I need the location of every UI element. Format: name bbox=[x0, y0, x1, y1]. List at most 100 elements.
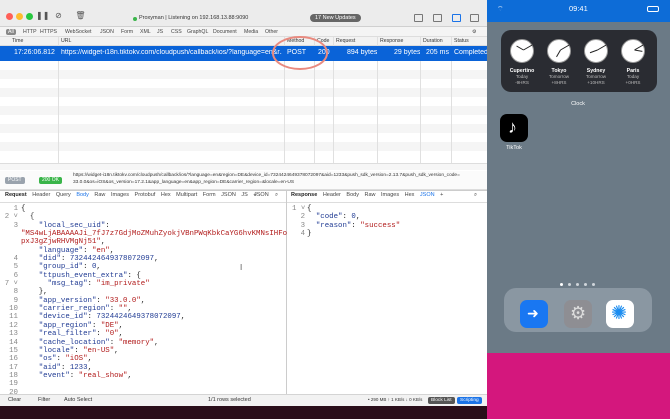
clock-day: Today bbox=[515, 74, 529, 79]
text-cursor-icon: I bbox=[240, 263, 243, 272]
bottom-toolbar: Clear Filter Auto Select 1/1 rows select… bbox=[0, 394, 487, 406]
request-body-json[interactable]: { { "local_sec_uid": "MS4wLjABAAAAJi_7fJ… bbox=[21, 205, 287, 380]
shortcut-app-icon[interactable]: ➜ bbox=[520, 300, 548, 328]
clock-offset: +8HRS bbox=[551, 80, 567, 85]
column-header: Time URL Method Code Request Response Du… bbox=[0, 37, 487, 46]
tab-response-body[interactable]: Body bbox=[346, 192, 359, 198]
minimize-window-button[interactable] bbox=[16, 13, 23, 20]
page-indicator[interactable] bbox=[560, 283, 596, 286]
url-bar: POST 200 OK https://widget-i18n.tiktokv.… bbox=[0, 171, 487, 190]
row-request-size: 894 bytes bbox=[347, 49, 378, 56]
status-code-pill: 200 OK bbox=[39, 177, 62, 184]
pip-icon[interactable] bbox=[433, 14, 442, 22]
listening-indicator-icon bbox=[133, 17, 137, 21]
request-url-line-1[interactable]: https://widget-i18n.tiktokv.com/cloudpus… bbox=[73, 173, 460, 178]
request-pane-title: Request bbox=[5, 192, 27, 198]
tab-request-multipart[interactable]: Multipart bbox=[176, 192, 197, 198]
filter-json[interactable]: JSON bbox=[100, 29, 114, 35]
request-search-icon[interactable]: ⌕ bbox=[275, 192, 278, 202]
highlight-circle bbox=[272, 36, 328, 70]
tab-request-header[interactable]: Header bbox=[32, 192, 50, 198]
filter-graphql[interactable]: GraphQL bbox=[187, 29, 208, 35]
filter-xml[interactable]: XML bbox=[140, 29, 151, 35]
tab-response-raw[interactable]: Raw bbox=[364, 192, 375, 198]
column-time[interactable]: Time bbox=[12, 38, 23, 44]
wifi-icon: ⌔ bbox=[497, 6, 504, 13]
filter-document[interactable]: Document bbox=[213, 29, 237, 35]
safari-app-icon[interactable]: ✺ bbox=[606, 300, 634, 328]
horizontal-scrollbar[interactable] bbox=[0, 163, 487, 170]
block-list-button[interactable]: Block List bbox=[428, 397, 455, 404]
tab-request-raw[interactable]: Raw bbox=[94, 192, 105, 198]
add-response-tab-icon[interactable]: + bbox=[440, 192, 443, 198]
filter-js[interactable]: JS bbox=[157, 29, 163, 35]
clock-widget-label: Clock bbox=[571, 101, 585, 107]
request-format-select[interactable]: JSON bbox=[254, 192, 269, 202]
tab-request-images[interactable]: Images bbox=[111, 192, 129, 198]
filter-https[interactable]: HTTPS bbox=[40, 29, 57, 35]
tab-response-header[interactable]: Header bbox=[323, 192, 341, 198]
filter-websocket[interactable]: WebSocket bbox=[65, 29, 91, 35]
tab-response-images[interactable]: Images bbox=[381, 192, 399, 198]
response-search-icon[interactable]: ⌕ bbox=[474, 192, 477, 202]
tab-response-hex[interactable]: Hex bbox=[405, 192, 415, 198]
column-url[interactable]: URL bbox=[61, 38, 71, 44]
filter-button[interactable]: Filter bbox=[38, 397, 50, 403]
filter-css[interactable]: CSS bbox=[171, 29, 182, 35]
listening-status: Proxyman | Listening on 192.168.13.88:90… bbox=[139, 15, 249, 21]
tiktok-app-icon[interactable]: ♪ bbox=[500, 114, 528, 142]
request-tabs: Request Header Query Body Raw Images Pro… bbox=[5, 192, 261, 202]
clock-dial-icon bbox=[547, 39, 571, 63]
column-request[interactable]: Request bbox=[336, 38, 355, 44]
clock-widget[interactable]: Cupertino Today -9HRS Tokyo Tomorrow +8H… bbox=[501, 30, 657, 92]
response-tabs: Response Header Body Raw Images Hex JSON… bbox=[291, 192, 447, 202]
trash-icon[interactable]: 🗑 bbox=[74, 9, 87, 22]
layout-right-icon[interactable] bbox=[470, 14, 479, 22]
tiktok-app-label: TikTok bbox=[506, 145, 522, 151]
settings-app-icon[interactable]: ⚙ bbox=[564, 300, 592, 328]
column-duration[interactable]: Duration bbox=[423, 38, 443, 44]
filter-http[interactable]: HTTP bbox=[23, 29, 37, 35]
auto-select-button[interactable]: Auto Select bbox=[64, 397, 92, 403]
row-response-size: 29 bytes bbox=[394, 49, 421, 56]
clock-offset: +0HRS bbox=[625, 80, 641, 85]
tab-response-json[interactable]: JSON bbox=[420, 192, 435, 198]
clock-offset: +10HRS bbox=[587, 80, 605, 85]
scope-icon[interactable]: ⊘ bbox=[52, 9, 65, 22]
updates-badge[interactable]: 17 New Updates bbox=[310, 14, 361, 22]
tab-request-form[interactable]: Form bbox=[203, 192, 216, 198]
clock-dial-icon bbox=[584, 39, 608, 63]
tab-request-js[interactable]: JS bbox=[241, 192, 247, 198]
tab-request-query[interactable]: Query bbox=[56, 192, 71, 198]
layout-bottom-icon[interactable] bbox=[452, 14, 461, 22]
filter-form[interactable]: Form bbox=[121, 29, 133, 35]
battery-icon bbox=[647, 6, 659, 12]
tab-request-hex[interactable]: Hex bbox=[161, 192, 171, 198]
method-pill: POST bbox=[5, 177, 25, 184]
clear-button[interactable]: Clear bbox=[8, 397, 21, 403]
duplicate-icon[interactable] bbox=[414, 14, 423, 22]
zoom-window-button[interactable] bbox=[26, 13, 33, 20]
tab-request-body[interactable]: Body bbox=[76, 192, 89, 198]
proxyman-window: ❚❚ ⊘ 🗑 Proxyman | Listening on 192.168.1… bbox=[0, 0, 487, 419]
scripting-button[interactable]: Scripting bbox=[457, 397, 482, 404]
pause-icon[interactable]: ❚❚ bbox=[36, 9, 49, 22]
column-response[interactable]: Response bbox=[380, 38, 403, 44]
request-url-line-2[interactable]: 33.0.0&os=iOS&os_version=17.2.1&app_lang… bbox=[73, 180, 294, 185]
table-row[interactable]: 17:26:06.812 https://widget-i18n.tiktokv… bbox=[0, 46, 487, 61]
rows-selected-text: 1/1 rows selected bbox=[208, 397, 251, 403]
filter-media[interactable]: Media bbox=[244, 29, 258, 35]
phone-status-bar: ⌔ 09:41 bbox=[487, 0, 670, 22]
close-window-button[interactable] bbox=[6, 13, 13, 20]
filter-all[interactable]: All bbox=[6, 29, 16, 35]
settings-gear-icon[interactable]: ⚙ bbox=[472, 29, 477, 35]
row-duration: 205 ms bbox=[426, 49, 449, 56]
tab-request-json[interactable]: JSON bbox=[221, 192, 236, 198]
clock-day: Today bbox=[626, 74, 640, 79]
tab-request-protobuf[interactable]: Protobuf bbox=[135, 192, 156, 198]
response-pane-title: Response bbox=[291, 192, 318, 198]
response-body-json[interactable]: { "code": 0, "reason": "success" } bbox=[307, 205, 400, 238]
row-url: https://widget-i18n.tiktokv.com/cloudpus… bbox=[61, 49, 282, 56]
clock-offset: -9HRS bbox=[515, 80, 529, 85]
column-status[interactable]: Status bbox=[454, 38, 469, 44]
